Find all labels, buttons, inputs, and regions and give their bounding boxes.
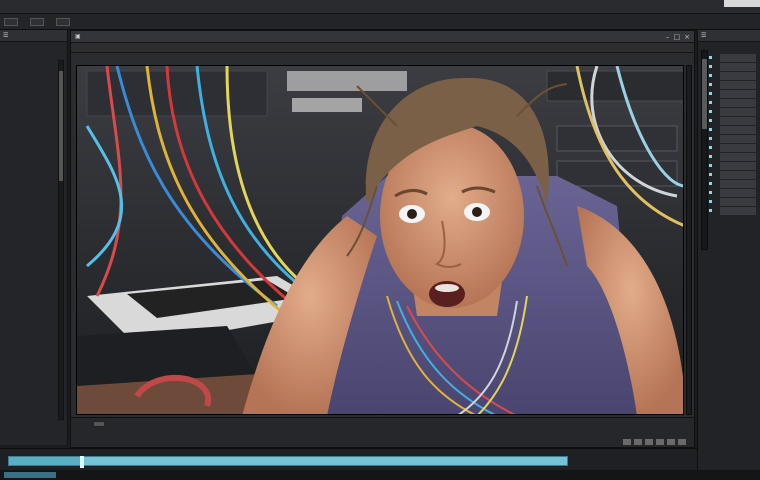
left-pupil — [407, 209, 417, 219]
tree-item[interactable] — [3, 46, 67, 54]
visibility-icon[interactable] — [709, 209, 712, 212]
layer-visibility-column — [709, 56, 712, 218]
layers-list — [720, 54, 756, 216]
viewer-options-bar — [71, 43, 694, 53]
photo-render — [77, 66, 683, 414]
view-icon[interactable] — [634, 439, 642, 445]
right-panel-header: ☰ — [698, 30, 760, 42]
tool-button-2[interactable] — [30, 17, 44, 26]
maximize-icon[interactable]: □ — [674, 33, 681, 41]
left-panel-header: ☰ — [0, 30, 67, 42]
file-tree — [0, 42, 67, 246]
view-icon[interactable] — [678, 439, 686, 445]
right-panel-scrollbar[interactable] — [701, 50, 708, 250]
bottom-status-strip — [0, 470, 760, 480]
timeline-progress — [9, 457, 82, 465]
tool-button-1[interactable] — [4, 17, 18, 26]
list-item[interactable] — [720, 144, 756, 152]
list-item[interactable] — [720, 171, 756, 179]
right-pupil — [472, 207, 482, 217]
tool-button-3[interactable] — [56, 17, 70, 26]
visibility-icon[interactable] — [709, 92, 712, 95]
status-icons — [623, 439, 686, 445]
list-item[interactable] — [720, 63, 756, 71]
list-item[interactable] — [720, 54, 756, 62]
list-item[interactable] — [720, 135, 756, 143]
list-item[interactable] — [720, 108, 756, 116]
left-scroll-thumb[interactable] — [59, 71, 63, 181]
top-right-indicator — [724, 0, 760, 7]
visibility-icon[interactable] — [709, 119, 712, 122]
left-panel-scrollbar[interactable] — [58, 60, 64, 420]
timeline-playhead[interactable] — [79, 456, 84, 468]
visibility-icon[interactable] — [709, 101, 712, 104]
timeline — [0, 448, 697, 470]
teeth — [435, 284, 459, 292]
rack-unit — [546, 70, 683, 102]
visibility-icon[interactable] — [709, 164, 712, 167]
bottom-tag — [4, 472, 56, 478]
timeline-track[interactable] — [8, 456, 568, 468]
list-item[interactable] — [720, 81, 756, 89]
view-icon[interactable] — [623, 439, 631, 445]
toolbar — [0, 14, 760, 30]
left-panel: ☰ — [0, 30, 68, 445]
visibility-icon[interactable] — [709, 65, 712, 68]
list-item[interactable] — [720, 180, 756, 188]
photo-editor-app: ☰ ▣ – □ × ☰ — [0, 0, 760, 480]
list-item[interactable] — [720, 72, 756, 80]
visibility-icon[interactable] — [709, 83, 712, 86]
window-controls: – □ × — [666, 33, 694, 41]
list-item[interactable] — [720, 99, 756, 107]
rack-unit — [287, 71, 407, 91]
zoom-button[interactable] — [93, 421, 105, 427]
image-viewer-window: ▣ – □ × — [70, 30, 695, 448]
visibility-icon[interactable] — [709, 182, 712, 185]
list-item[interactable] — [720, 117, 756, 125]
visibility-icon[interactable] — [709, 155, 712, 158]
viewer-title-bar: ▣ – □ × — [71, 31, 694, 43]
panel-menu-icon[interactable]: ☰ — [701, 32, 706, 39]
list-item[interactable] — [720, 162, 756, 170]
list-item[interactable] — [720, 90, 756, 98]
document-tab-icon: ▣ — [75, 33, 81, 40]
canvas-vertical-scrollbar[interactable] — [686, 65, 692, 415]
rack-unit — [292, 98, 362, 112]
panel-menu-icon[interactable]: ☰ — [3, 32, 8, 39]
minimize-icon[interactable]: – — [666, 33, 670, 41]
right-panel: ☰ — [697, 30, 760, 470]
right-scroll-thumb[interactable] — [702, 59, 707, 129]
list-item[interactable] — [720, 126, 756, 134]
visibility-icon[interactable] — [709, 110, 712, 113]
visibility-icon[interactable] — [709, 56, 712, 59]
visibility-icon[interactable] — [709, 137, 712, 140]
visibility-icon[interactable] — [709, 173, 712, 176]
list-item[interactable] — [720, 207, 756, 215]
visibility-icon[interactable] — [709, 191, 712, 194]
close-icon[interactable]: × — [684, 33, 690, 41]
status-left — [81, 421, 105, 427]
view-icon[interactable] — [656, 439, 664, 445]
menu-bar — [0, 0, 760, 14]
view-icon[interactable] — [645, 439, 653, 445]
viewer-status-bar — [71, 417, 694, 447]
visibility-icon[interactable] — [709, 146, 712, 149]
list-item[interactable] — [720, 153, 756, 161]
visibility-icon[interactable] — [709, 128, 712, 131]
rack-unit — [556, 125, 678, 152]
view-icon[interactable] — [667, 439, 675, 445]
visibility-icon[interactable] — [709, 200, 712, 203]
visibility-icon[interactable] — [709, 74, 712, 77]
list-item[interactable] — [720, 189, 756, 197]
list-item[interactable] — [720, 198, 756, 206]
image-canvas[interactable] — [76, 65, 684, 415]
